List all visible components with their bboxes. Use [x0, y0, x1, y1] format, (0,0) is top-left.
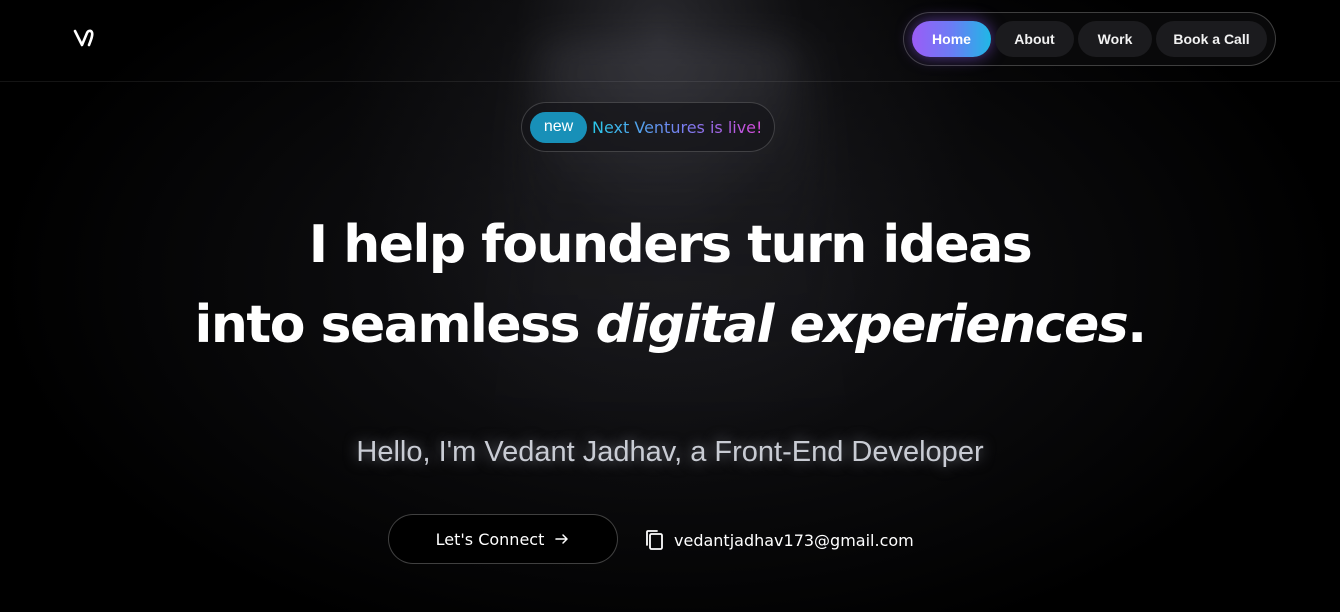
v-logo-icon[interactable] [72, 26, 96, 50]
nav-work[interactable]: Work [1078, 21, 1152, 57]
announcement-text: Next Ventures is live! [592, 117, 763, 137]
nav-about[interactable]: About [995, 21, 1074, 57]
headline-line-2-italic: digital experiences [595, 295, 1129, 355]
main-nav: Home About Work Book a Call [903, 12, 1276, 66]
new-pill: new [530, 111, 587, 143]
lets-connect-button[interactable]: Let's Connect [388, 514, 618, 564]
arrow-right-icon [554, 531, 570, 547]
headline-line-2-plain: into seamless [194, 295, 596, 355]
announcement-badge[interactable]: new Next Ventures is live! [521, 102, 775, 152]
hero-headline: I help founders turn ideas into seamless… [0, 205, 1340, 365]
hero-section: Home About Work Book a Call new Next Ven… [0, 0, 1340, 612]
nav-book-a-call[interactable]: Book a Call [1156, 21, 1267, 57]
site-header: Home About Work Book a Call [0, 0, 1340, 82]
hero-subtitle: Hello, I'm Vedant Jadhav, a Front-End De… [356, 436, 984, 468]
headline-line-1: I help founders turn ideas [308, 215, 1033, 275]
copy-icon[interactable] [644, 529, 664, 551]
lets-connect-label: Let's Connect [435, 529, 545, 549]
nav-home[interactable]: Home [912, 21, 991, 57]
email-address: vedantjadhav173@gmail.com [674, 530, 914, 550]
headline-line-2-end: . [1127, 295, 1147, 355]
copy-email[interactable]: vedantjadhav173@gmail.com [644, 528, 914, 552]
